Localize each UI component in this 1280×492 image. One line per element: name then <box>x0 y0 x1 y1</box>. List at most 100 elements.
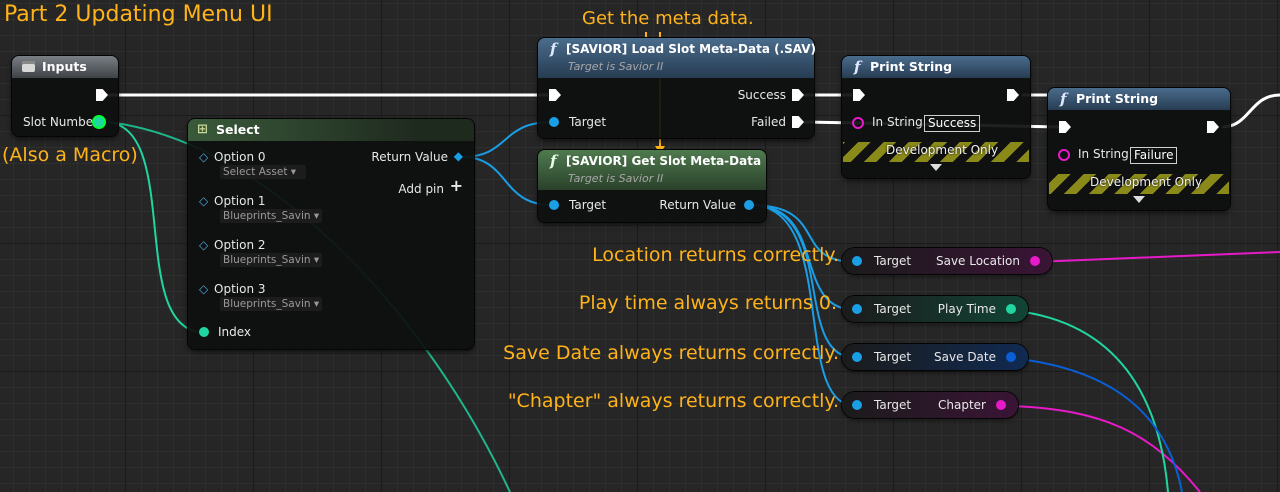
option-1-label: Option 1 <box>214 194 266 208</box>
load-meta-node[interactable]: f [SAVIOR] Load Slot Meta-Data (.SAV) Ta… <box>538 38 817 138</box>
print2-in-string-value[interactable]: Failure <box>1130 147 1178 164</box>
inputs-exec-out-pin[interactable] <box>96 89 108 101</box>
print1-dev-only-label: Development Only <box>886 143 999 157</box>
getter-save-location-out-pin[interactable] <box>1030 256 1040 266</box>
add-pin-icon[interactable]: + <box>450 178 463 194</box>
print2-expand-icon[interactable] <box>1133 196 1145 203</box>
inputs-header: Inputs <box>12 56 118 78</box>
load-failed-label: Failed <box>751 115 786 129</box>
return-value-label: Return Value <box>371 150 448 164</box>
print1-expand-icon[interactable] <box>930 164 942 171</box>
annotation-playtime: Play time always returns 0. <box>578 292 837 314</box>
option-0-dropdown[interactable]: Select Asset ▾ <box>220 165 306 179</box>
getter-play-time-out-pin[interactable] <box>1006 304 1016 314</box>
load-success-label: Success <box>737 88 786 102</box>
inputs-node[interactable]: Inputs Slot Number <box>12 56 118 136</box>
annotation-chapter: "Chapter" always returns correctly. <box>507 390 839 412</box>
print-string-1-title: Print String <box>870 59 953 74</box>
get-return-value-pin[interactable] <box>744 200 754 210</box>
inputs-title: Inputs <box>42 59 87 74</box>
print1-in-string-pin[interactable] <box>852 117 864 129</box>
select-icon: ⊞ <box>197 122 208 137</box>
load-success-pin[interactable] <box>792 89 804 101</box>
option-2-label: Option 2 <box>214 238 266 252</box>
print-string-2-header: f Print String <box>1048 88 1230 110</box>
select-title: Select <box>216 122 260 137</box>
getter-save-location[interactable]: Target Save Location <box>842 248 1052 274</box>
print1-exec-out-pin[interactable] <box>1007 89 1019 101</box>
getter-save-location-target-pin[interactable] <box>852 256 862 266</box>
getter-chapter[interactable]: Target Chapter <box>842 392 1018 418</box>
annotation-savedate: Save Date always returns correctly. <box>503 342 839 364</box>
annotation-title: Part 2 Updating Menu UI <box>4 2 273 27</box>
getter-save-date-target-label: Target <box>874 350 912 364</box>
print2-in-string-pin[interactable] <box>1058 149 1070 161</box>
getter-play-time-target-pin[interactable] <box>852 304 862 314</box>
function-icon: f <box>550 152 557 170</box>
print1-exec-in-pin[interactable] <box>853 89 865 101</box>
option-3-dropdown[interactable]: Blueprints_Savin ▾ <box>220 297 322 311</box>
getter-chapter-target-pin[interactable] <box>852 400 862 410</box>
getter-play-time-field-label: Play Time <box>937 302 996 316</box>
getter-play-time[interactable]: Target Play Time <box>842 296 1028 322</box>
print2-exec-in-pin[interactable] <box>1059 121 1071 133</box>
slot-number-pin[interactable] <box>94 117 104 127</box>
print-string-2-title: Print String <box>1076 91 1159 106</box>
exec-wire-print2-exit <box>1221 93 1280 129</box>
select-node[interactable]: ⊞ Select ◇ Option 0 Select Asset ▾ ◇ Opt… <box>188 119 474 349</box>
print2-exec-out-pin[interactable] <box>1207 121 1219 133</box>
index-label: Index <box>218 325 252 339</box>
string-wire-chapter <box>1013 405 1201 492</box>
struct-wire-savedate <box>1009 357 1183 492</box>
get-return-value-label: Return Value <box>659 198 736 212</box>
function-icon: f <box>854 58 861 76</box>
option-2-pin[interactable]: ◇ <box>199 238 208 252</box>
option-0-pin[interactable]: ◇ <box>199 150 208 164</box>
load-target-pin[interactable] <box>549 117 559 127</box>
getter-save-date-out-pin[interactable] <box>1006 352 1016 362</box>
print2-in-string-label: In String <box>1078 147 1129 161</box>
load-meta-header: f [SAVIOR] Load Slot Meta-Data (.SAV) Ta… <box>538 38 817 78</box>
option-2-dropdown[interactable]: Blueprints_Savin ▾ <box>220 253 322 267</box>
print-string-1-header: f Print String <box>842 56 1030 78</box>
option-3-label: Option 3 <box>214 282 266 296</box>
function-icon: f <box>550 40 557 58</box>
function-icon: f <box>1060 90 1067 108</box>
getter-save-date[interactable]: Target Save Date <box>842 344 1028 370</box>
return-value-pin[interactable]: ◆ <box>454 149 463 163</box>
load-meta-subtitle: Target is Savior II <box>568 60 664 73</box>
option-1-dropdown[interactable]: Blueprints_Savin ▾ <box>220 209 322 223</box>
getter-save-date-target-pin[interactable] <box>852 352 862 362</box>
print-string-node-2[interactable]: f Print String In String Failure Develop… <box>1048 88 1230 210</box>
get-target-pin[interactable] <box>549 200 559 210</box>
getter-chapter-target-label: Target <box>874 398 912 412</box>
get-meta-subtitle: Target is Savior II <box>568 172 664 185</box>
option-3-pin[interactable]: ◇ <box>199 282 208 296</box>
annotation-macro: (Also a Macro) <box>2 144 138 166</box>
slot-number-label: Slot Number <box>23 115 99 129</box>
print1-in-string-label: In String <box>872 115 923 129</box>
get-meta-title: [SAVIOR] Get Slot Meta-Data <box>566 154 762 168</box>
inputs-icon <box>22 61 35 72</box>
option-1-pin[interactable]: ◇ <box>199 194 208 208</box>
annotation-meta: Get the meta data. <box>582 8 754 29</box>
load-meta-title: [SAVIOR] Load Slot Meta-Data (.SAV) <box>566 42 817 56</box>
option-0-label: Option 0 <box>214 150 266 164</box>
index-pin[interactable] <box>199 327 209 337</box>
select-header: ⊞ Select <box>188 119 474 141</box>
load-target-label: Target <box>569 115 607 129</box>
getter-save-date-field-label: Save Date <box>934 350 996 364</box>
load-failed-pin[interactable] <box>792 116 804 128</box>
getter-chapter-out-pin[interactable] <box>996 400 1006 410</box>
get-target-label: Target <box>569 198 607 212</box>
getter-save-location-field-label: Save Location <box>935 254 1020 268</box>
add-pin-label[interactable]: Add pin <box>398 182 444 196</box>
print-string-node-1[interactable]: f Print String In String Success Develop… <box>842 56 1030 178</box>
getter-chapter-field-label: Chapter <box>938 398 986 412</box>
get-meta-header: f [SAVIOR] Get Slot Meta-Data Target is … <box>538 150 766 190</box>
getter-play-time-target-label: Target <box>874 302 912 316</box>
load-exec-in-pin[interactable] <box>549 89 561 101</box>
print1-in-string-value[interactable]: Success <box>924 115 981 132</box>
int-wire-playtime <box>1007 309 1169 492</box>
get-meta-node[interactable]: f [SAVIOR] Get Slot Meta-Data Target is … <box>538 150 766 222</box>
